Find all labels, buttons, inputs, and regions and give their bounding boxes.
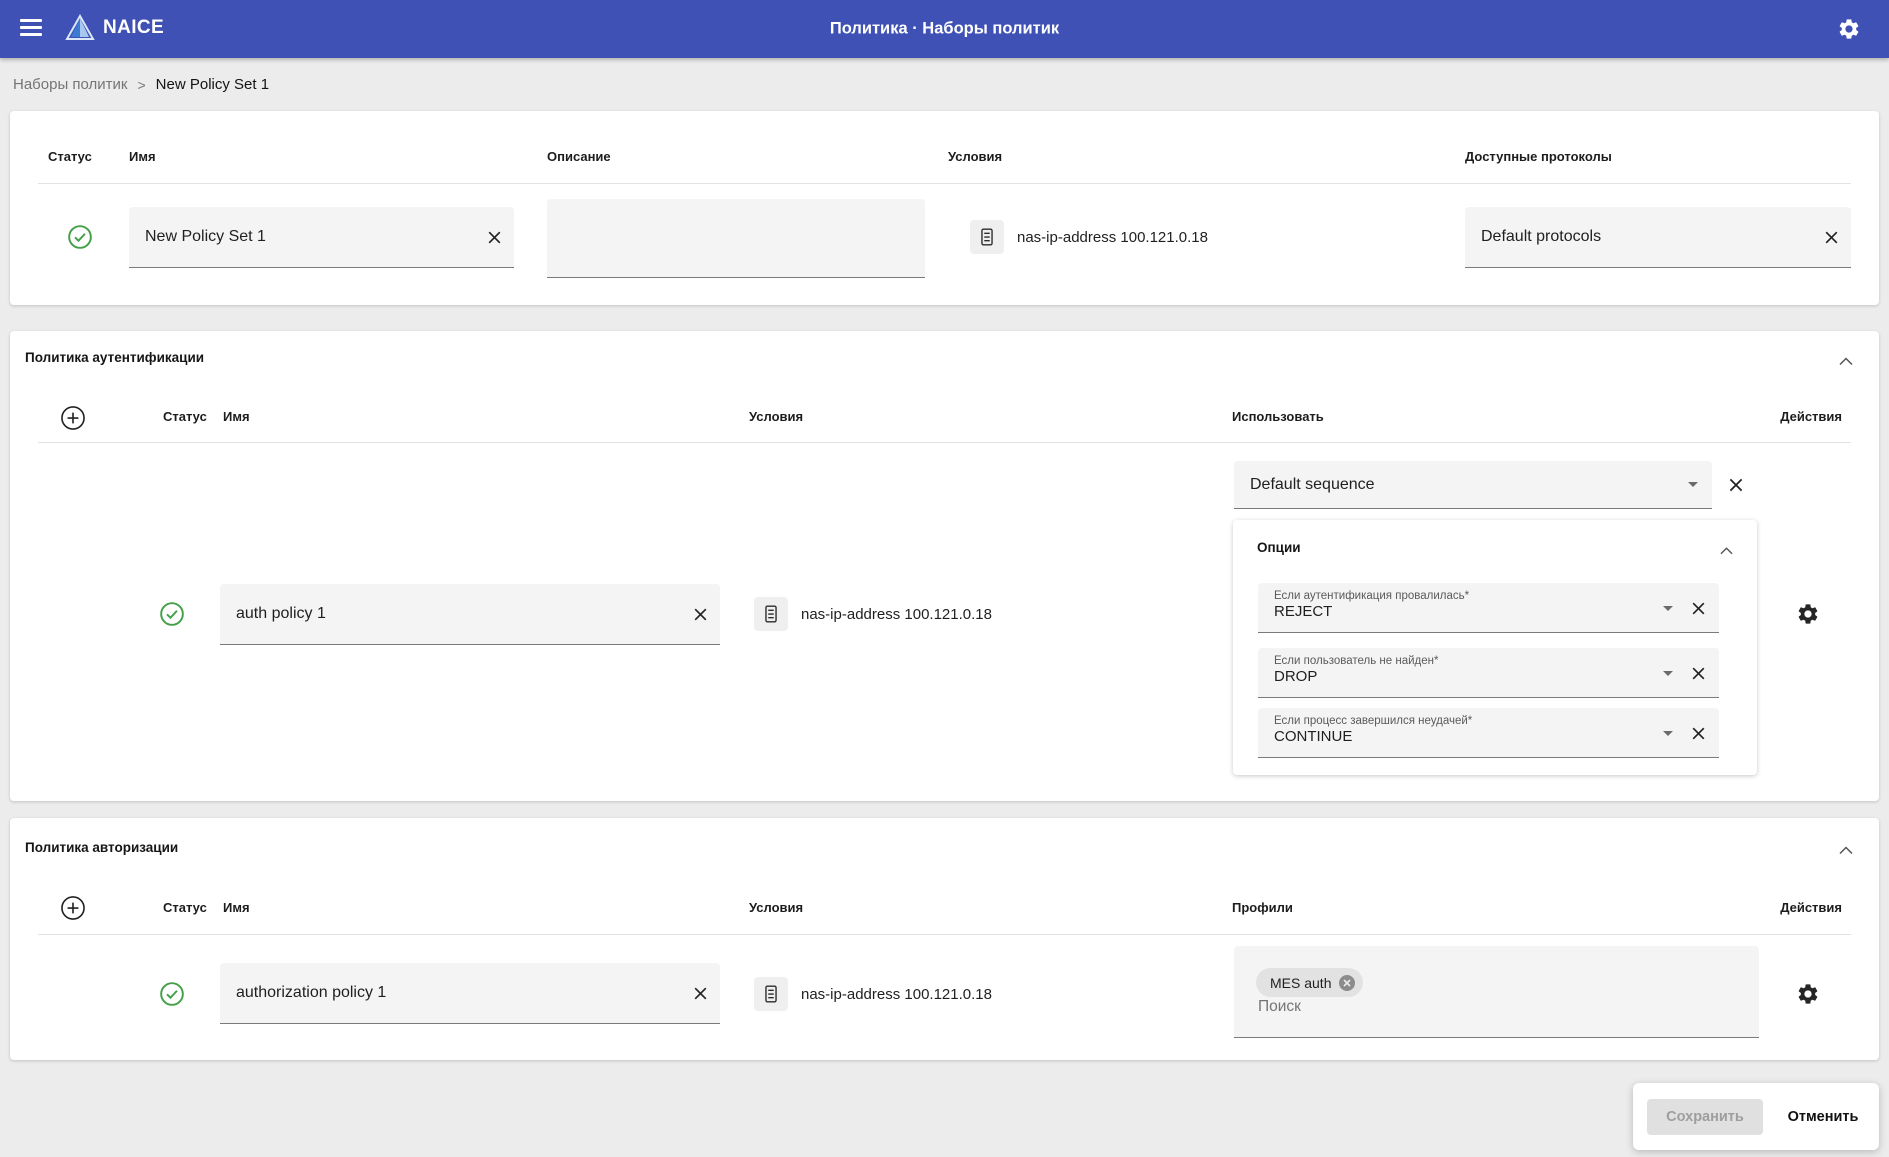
policy-set-description-input[interactable] [547,199,925,278]
page-title: Политика · Наборы политик [830,20,1059,39]
options-panel: Опции Если аутентификация провалилась* R… [1233,520,1757,775]
footer-actions: Сохранить Отменить [1633,1083,1879,1150]
clear-authz-name-icon[interactable] [685,978,715,1008]
options-title: Опции [1257,540,1301,555]
auth-policy-title: Политика аутентификации [25,350,204,365]
column-name: Имя [223,900,250,915]
breadcrumb-parent[interactable]: Наборы политик [13,76,127,93]
option-label: Если аутентификация провалилась* [1274,590,1719,602]
condition-list-icon[interactable] [970,220,1004,254]
divider [38,442,1851,443]
auth-rule-condition: nas-ip-address 100.121.0.18 [754,597,992,631]
column-status: Статус [48,149,92,164]
option-label: Если процесс завершился неудачей* [1274,715,1719,727]
option-value: CONTINUE [1274,728,1719,745]
condition-text: nas-ip-address 100.121.0.18 [801,986,992,1003]
authentication-policy-card: Политика аутентификации Статус Имя Услов… [10,331,1879,801]
policy-set-name-field[interactable] [129,207,514,268]
breadcrumb: Наборы политик > New Policy Set 1 [13,58,269,111]
authz-rule-condition: nas-ip-address 100.121.0.18 [754,977,992,1011]
breadcrumb-separator: > [137,77,145,93]
clear-option-icon[interactable] [1683,593,1713,623]
policy-set-name-input[interactable] [129,228,479,246]
clear-option-icon[interactable] [1683,658,1713,688]
remove-chip-icon[interactable] [1338,974,1356,992]
profiles-field[interactable]: MES auth [1234,946,1759,1038]
authz-rule-name-field[interactable] [220,963,720,1024]
sequence-select[interactable]: Default sequence [1234,461,1712,509]
option-value: DROP [1274,668,1719,685]
policy-set-condition: nas-ip-address 100.121.0.18 [970,220,1208,254]
column-protocols: Доступные протоколы [1465,149,1612,164]
option-process-failed-select[interactable]: Если процесс завершился неудачей* CONTIN… [1258,708,1719,758]
option-label: Если пользователь не найден* [1274,655,1719,667]
settings-gear-icon[interactable] [1837,17,1861,41]
breadcrumb-current: New Policy Set 1 [156,76,269,93]
clear-sequence-icon[interactable] [1721,470,1751,500]
app-name: NAICE [103,17,164,39]
clear-auth-name-icon[interactable] [685,599,715,629]
clear-name-icon[interactable] [479,222,509,252]
caret-down-icon [1663,606,1673,611]
collapse-options-icon[interactable] [1720,542,1733,560]
option-auth-failed-select[interactable]: Если аутентификация провалилась* REJECT [1258,583,1719,633]
collapse-authz-icon[interactable] [1839,842,1853,860]
authz-policy-title: Политика авторизации [25,840,178,855]
auth-rule-name-field[interactable] [220,584,720,645]
caret-down-icon [1688,482,1698,487]
column-actions: Действия [1780,900,1842,915]
auth-rule-name-input[interactable] [220,605,685,623]
condition-text: nas-ip-address 100.121.0.18 [1017,229,1208,246]
auth-rule-actions-gear-icon[interactable] [1796,602,1820,626]
status-ok-icon [159,981,185,1007]
cancel-button[interactable]: Отменить [1777,1099,1869,1135]
clear-protocols-icon[interactable] [1816,222,1846,252]
menu-icon[interactable] [20,19,42,39]
divider [38,183,1851,184]
sequence-value: Default sequence [1234,476,1688,494]
policy-set-card: Статус Имя Описание Условия Доступные пр… [10,111,1879,305]
option-value: REJECT [1274,603,1719,620]
column-name: Имя [223,409,250,424]
column-actions: Действия [1780,409,1842,424]
authz-rule-actions-gear-icon[interactable] [1796,982,1820,1006]
column-status: Статус [163,409,207,424]
profiles-search-input[interactable] [1258,998,1558,1016]
authz-rule-name-input[interactable] [220,984,685,1002]
collapse-auth-icon[interactable] [1839,353,1853,371]
status-ok-icon [159,601,185,627]
add-auth-rule-icon[interactable] [60,405,86,431]
column-profiles: Профили [1232,900,1293,915]
column-conditions: Условия [948,149,1002,164]
column-status: Статус [163,900,207,915]
option-user-not-found-select[interactable]: Если пользователь не найден* DROP [1258,648,1719,698]
caret-down-icon [1663,671,1673,676]
status-ok-icon [67,224,93,250]
profile-chip: MES auth [1256,968,1363,997]
protocols-field[interactable]: Default protocols [1465,207,1851,268]
app-header: NAICE Политика · Наборы политик [0,0,1889,58]
column-conditions: Условия [749,409,803,424]
condition-list-icon[interactable] [754,977,788,1011]
protocols-value: Default protocols [1465,228,1816,246]
add-authz-rule-icon[interactable] [60,895,86,921]
condition-list-icon[interactable] [754,597,788,631]
column-use: Использовать [1232,409,1324,424]
condition-text: nas-ip-address 100.121.0.18 [801,606,992,623]
clear-option-icon[interactable] [1683,718,1713,748]
authorization-policy-card: Политика авторизации Статус Имя Условия … [10,818,1879,1060]
caret-down-icon [1663,731,1673,736]
divider [38,934,1851,935]
column-description: Описание [547,149,611,164]
profile-chip-label: MES auth [1270,975,1331,991]
column-conditions: Условия [749,900,803,915]
app-logo-icon [64,14,96,47]
save-button[interactable]: Сохранить [1647,1099,1763,1135]
column-name: Имя [129,149,156,164]
